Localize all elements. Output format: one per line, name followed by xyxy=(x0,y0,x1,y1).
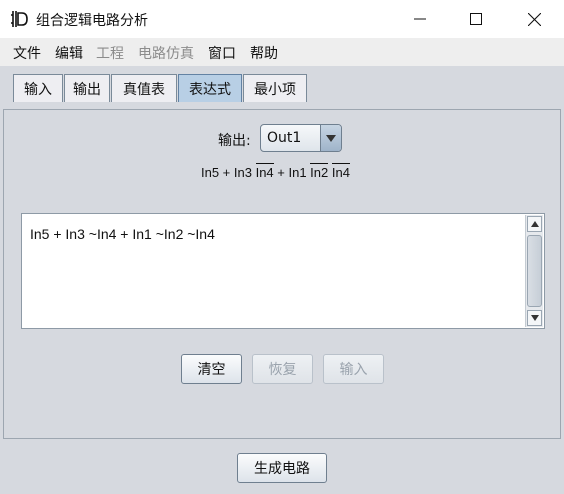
minimize-button[interactable] xyxy=(392,0,448,38)
tab-truth-table[interactable]: 真值表 xyxy=(111,74,177,102)
restore-button[interactable]: 恢复 xyxy=(252,354,313,384)
tab-input[interactable]: 输入 xyxy=(13,74,63,102)
maximize-icon xyxy=(470,13,482,25)
menu-project[interactable]: 工程 xyxy=(96,43,124,63)
formula-term: In5 + In3 xyxy=(201,165,256,180)
scroll-up-icon[interactable] xyxy=(527,216,542,232)
scroll-thumb[interactable] xyxy=(527,235,542,307)
input-button[interactable]: 输入 xyxy=(323,354,384,384)
formula-negated-term: In4 xyxy=(255,163,274,180)
menu-help[interactable]: 帮助 xyxy=(250,43,278,63)
chevron-down-icon[interactable] xyxy=(320,125,341,151)
window-title: 组合逻辑电路分析 xyxy=(36,13,148,29)
title-bar: 组合逻辑电路分析 xyxy=(0,0,564,38)
close-button[interactable] xyxy=(506,0,562,38)
formula-negated-term: In2 xyxy=(310,163,329,180)
menu-window[interactable]: 窗口 xyxy=(208,43,236,63)
output-label: 输出: xyxy=(218,133,251,149)
expression-text[interactable]: In5 + In3 ~In4 + In1 ~In2 ~In4 xyxy=(30,226,215,242)
maximize-button[interactable] xyxy=(448,0,504,38)
menu-edit[interactable]: 编辑 xyxy=(55,43,83,63)
minimize-icon xyxy=(414,18,426,20)
app-logo-icon xyxy=(11,11,28,27)
tab-minterms[interactable]: 最小项 xyxy=(243,74,307,102)
menu-bar: 文件 编辑 工程 电路仿真 窗口 帮助 xyxy=(0,38,564,66)
scroll-down-icon[interactable] xyxy=(527,310,542,326)
formula-term: + In1 xyxy=(273,165,311,180)
formula-negated-term: In4 xyxy=(331,163,350,180)
expression-panel: 输出: Out1 In5 + In3 In4 + In1 In2 In4 In5… xyxy=(3,109,561,439)
vertical-scrollbar[interactable] xyxy=(525,215,543,327)
formula-display: In5 + In3 In4 + In1 In2 In4 xyxy=(201,163,350,180)
output-select[interactable]: Out1 xyxy=(260,124,342,152)
menu-file[interactable]: 文件 xyxy=(13,43,41,63)
tab-expression[interactable]: 表达式 xyxy=(178,74,242,102)
clear-button[interactable]: 清空 xyxy=(181,354,242,384)
close-icon xyxy=(527,12,541,26)
output-select-value: Out1 xyxy=(267,130,302,146)
tab-output[interactable]: 输出 xyxy=(64,74,110,102)
content-area: 输入 输出 真值表 表达式 最小项 输出: Out1 In5 + In3 In4… xyxy=(0,66,564,494)
menu-simulation[interactable]: 电路仿真 xyxy=(138,43,194,63)
generate-circuit-button[interactable]: 生成电路 xyxy=(237,453,327,483)
expression-textarea[interactable]: In5 + In3 ~In4 + In1 ~In2 ~In4 xyxy=(21,213,545,329)
